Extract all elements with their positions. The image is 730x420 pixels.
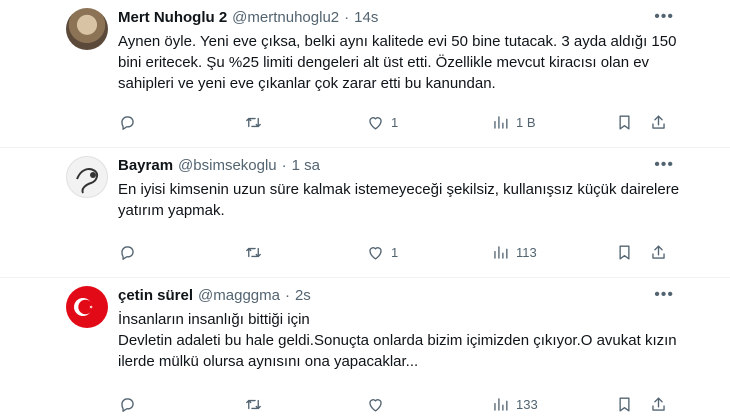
tweet-text: İnsanların insanlığı bittiği için Devlet… <box>118 311 677 370</box>
reply-button[interactable] <box>118 110 137 134</box>
like-count: 1 <box>391 244 399 260</box>
views-button[interactable]: 133 <box>491 392 538 416</box>
views-icon <box>494 397 508 411</box>
share-icon <box>652 396 665 411</box>
view-count: 113 <box>516 244 537 260</box>
reply-icon <box>121 115 134 130</box>
bookmark-button[interactable] <box>615 110 634 134</box>
reply-feed: Mert Nuhoglu 2 @mertnuhoglu2 · 14s Aynen… <box>0 0 730 420</box>
tweet-text: Aynen öyle. Yeni eve çıksa, belki aynı k… <box>118 33 681 92</box>
timestamp[interactable]: 1 sa <box>292 156 320 176</box>
handle[interactable]: @mertnuhoglu2 <box>232 8 339 28</box>
like-button[interactable]: 1 <box>366 240 398 264</box>
bookmark-button[interactable] <box>615 240 634 264</box>
retweet-icon <box>246 399 261 409</box>
tweet-actions: 133 <box>112 392 672 416</box>
separator: · <box>281 157 287 174</box>
avatar[interactable] <box>66 8 108 50</box>
avatar-sketch-icon <box>76 168 99 194</box>
more-icon[interactable]: ••• <box>654 9 674 25</box>
views-button[interactable]: 1 B <box>491 110 536 134</box>
handle[interactable]: @bsimsekoglu <box>178 156 277 176</box>
flag-avatar-icon <box>74 298 93 316</box>
more-icon[interactable]: ••• <box>654 157 674 173</box>
like-count: 1 <box>391 114 399 130</box>
share-button[interactable] <box>649 392 668 416</box>
handle[interactable]: @magggma <box>198 286 280 306</box>
views-button[interactable]: 113 <box>491 240 537 264</box>
bookmark-icon <box>619 396 630 412</box>
display-name[interactable]: Bayram <box>118 156 173 176</box>
display-name[interactable]: Mert Nuhoglu 2 <box>118 8 227 28</box>
retweet-icon <box>246 117 261 127</box>
reply-icon <box>121 245 134 260</box>
views-icon <box>494 245 508 259</box>
retweet-button[interactable] <box>244 392 263 416</box>
like-button[interactable]: 1 <box>366 110 398 134</box>
tweet-content: Mert Nuhoglu 2 @mertnuhoglu2 · 14s Aynen… <box>118 8 690 94</box>
tweet-actions: 1 1 B <box>112 110 672 134</box>
heart-icon <box>369 116 382 130</box>
tweet-content: çetin sürel @magggma · 2s İnsanların ins… <box>118 286 690 372</box>
view-count: 1 B <box>516 114 536 130</box>
tweet-header: çetin sürel @magggma · 2s <box>118 286 690 306</box>
display-name[interactable]: çetin sürel <box>118 286 193 306</box>
views-icon <box>494 115 508 129</box>
share-icon <box>652 244 665 259</box>
share-icon <box>652 114 665 129</box>
retweet-button[interactable] <box>244 110 263 134</box>
tweet-text: En iyisi kimsenin uzun süre kalmak istem… <box>118 181 684 219</box>
reply-button[interactable] <box>118 240 137 264</box>
retweet-icon <box>246 247 261 257</box>
like-button[interactable] <box>366 392 391 416</box>
bookmark-icon <box>619 114 630 130</box>
avatar[interactable] <box>66 286 108 328</box>
reply-button[interactable] <box>118 392 137 416</box>
reply-icon <box>121 397 134 412</box>
share-button[interactable] <box>649 110 668 134</box>
separator: · <box>284 287 290 304</box>
separator: · <box>344 9 350 26</box>
bookmark-button[interactable] <box>615 392 634 416</box>
tweet-header: Bayram @bsimsekoglu · 1 sa <box>118 156 690 176</box>
share-button[interactable] <box>649 240 668 264</box>
heart-icon <box>369 246 382 260</box>
timestamp[interactable]: 2s <box>295 286 311 306</box>
tweet-content: Bayram @bsimsekoglu · 1 sa En iyisi kims… <box>118 156 690 221</box>
view-count: 133 <box>516 396 538 412</box>
timestamp[interactable]: 14s <box>354 8 378 28</box>
tweet-header: Mert Nuhoglu 2 @mertnuhoglu2 · 14s <box>118 8 690 28</box>
bookmark-icon <box>619 244 630 260</box>
retweet-button[interactable] <box>244 240 263 264</box>
tweet-actions: 1 113 <box>112 240 672 264</box>
heart-icon <box>369 398 382 412</box>
avatar[interactable] <box>66 156 108 198</box>
more-icon[interactable]: ••• <box>654 287 674 303</box>
